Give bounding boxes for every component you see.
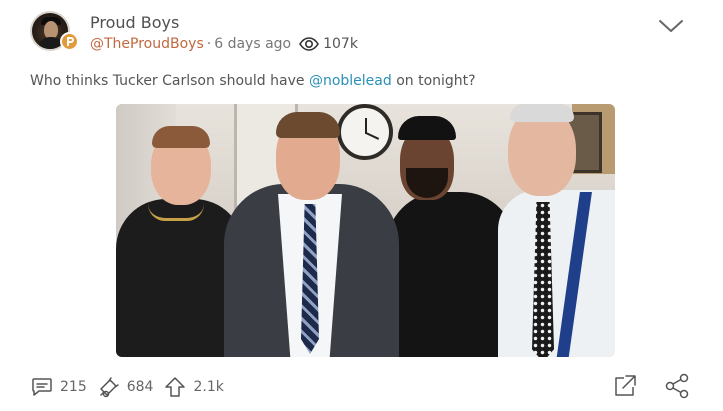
post-actions: 215 684 2.1k [30, 373, 234, 401]
echo-megaphone-icon[interactable] [97, 375, 121, 399]
upvote-count: 2.1k [193, 379, 224, 395]
share-icon[interactable] [664, 373, 690, 399]
expand-icon[interactable] [612, 373, 638, 399]
views-count: 107k [323, 36, 358, 52]
views-eye-icon [299, 37, 320, 51]
comment-count: 215 [60, 379, 87, 395]
post-card: Proud Boys @TheProudBoys · 6 days ago 10… [0, 0, 723, 411]
wall-clock [337, 104, 393, 160]
post-text: Who thinks Tucker Carlson should have @n… [30, 73, 476, 89]
post-text-before: Who thinks Tucker Carlson should have [30, 73, 309, 89]
post-text-after: on tonight? [391, 73, 476, 89]
comment-icon[interactable] [30, 375, 54, 399]
post-secondary-actions [612, 373, 690, 399]
chevron-down-icon[interactable] [657, 16, 685, 36]
meta-separator: · [206, 36, 212, 52]
author-handle[interactable]: @TheProudBoys [90, 36, 204, 52]
echo-count: 684 [126, 379, 154, 395]
parler-badge-icon [60, 32, 79, 51]
post-image[interactable] [116, 104, 615, 357]
post-meta: @TheProudBoys · 6 days ago 107k [90, 36, 358, 52]
mention-link[interactable]: @noblelead [309, 73, 392, 89]
upvote-arrow-icon[interactable] [163, 375, 187, 399]
post-time: 6 days ago [214, 36, 292, 52]
author-name[interactable]: Proud Boys [90, 13, 179, 32]
